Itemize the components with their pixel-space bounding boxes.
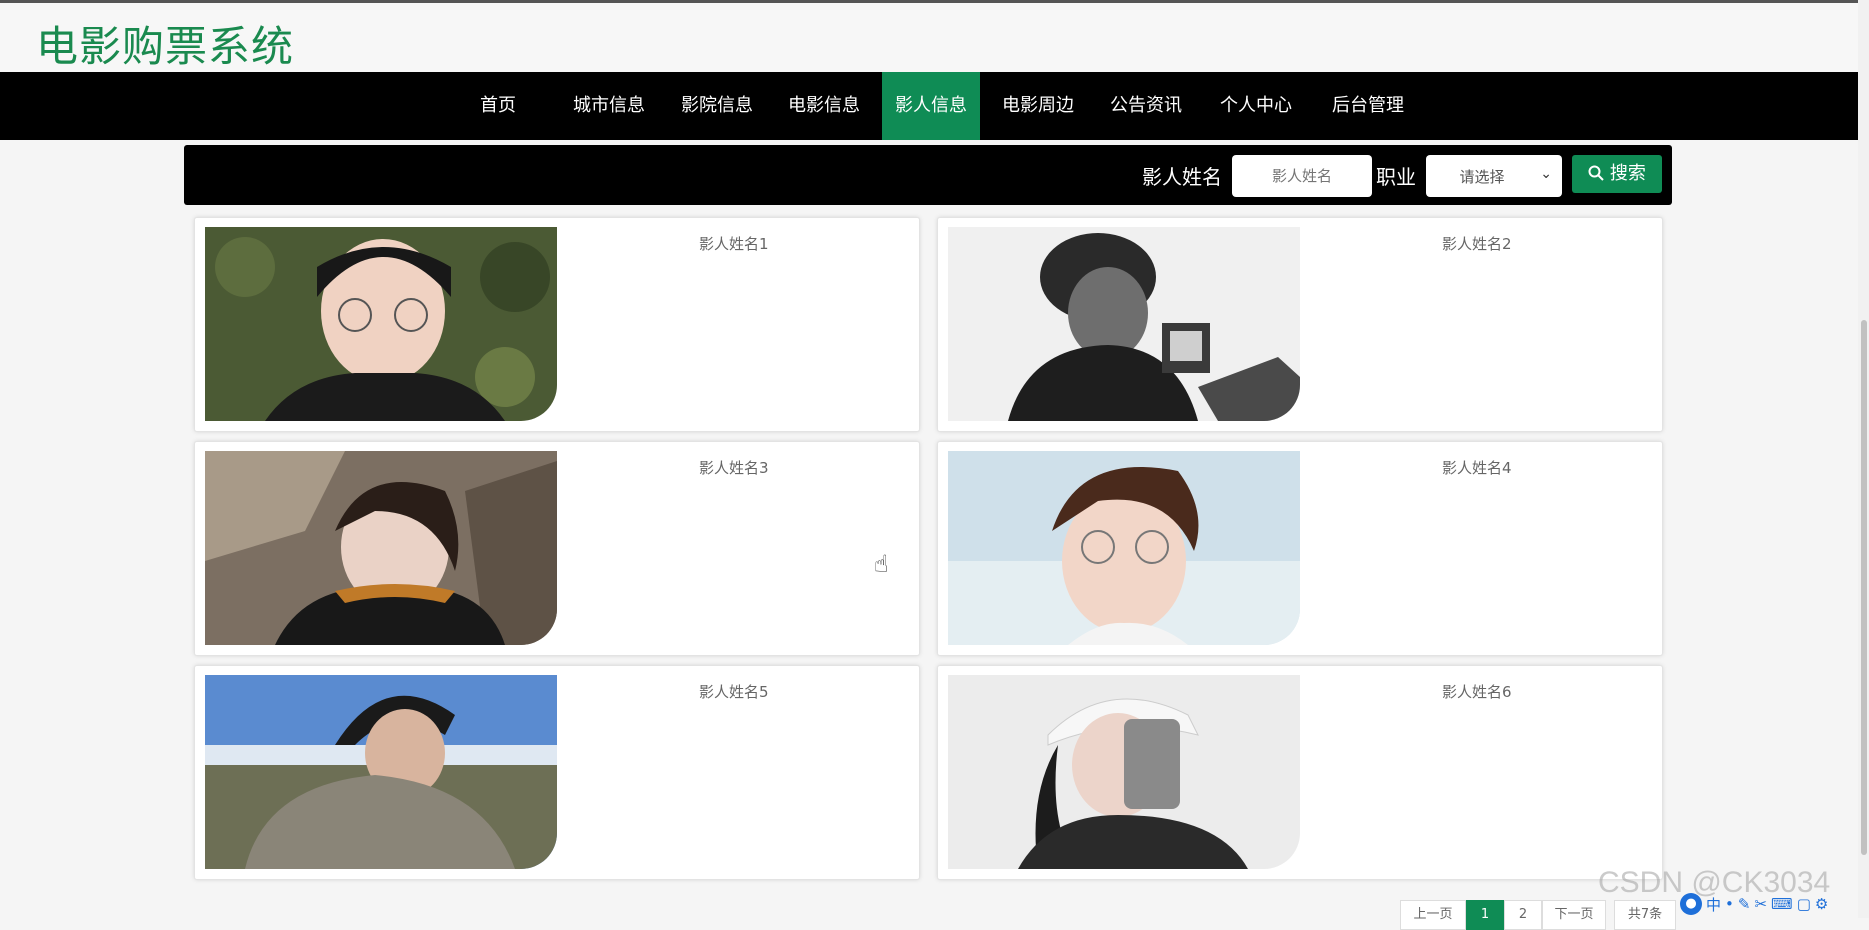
person-name[interactable]: 影人姓名4 [1442,457,1512,478]
keyboard-icon[interactable]: ⌨ [1771,895,1793,913]
main-nav: 首页 城市信息 影院信息 电影信息 影人信息 电影周边 公告资讯 个人中心 后台… [0,72,1858,140]
job-select-value: 请选择 [1459,168,1505,186]
nav-home[interactable]: 首页 [458,72,538,140]
nav-personal-center[interactable]: 个人中心 [1211,72,1301,140]
job-select[interactable]: 请选择 ⌄ [1426,155,1562,197]
ime-logo-icon: ● [1680,893,1702,915]
person-card[interactable]: 影人姓名2 [937,217,1663,432]
nav-movie-merch[interactable]: 电影周边 [993,72,1083,140]
ime-toolbar[interactable]: ● 中 • ✎ ✂ ⌨ ▢ ⚙ [1680,890,1869,918]
hand-cursor-icon: ☝ [874,550,889,578]
person-photo[interactable] [948,451,1300,645]
page-button-2[interactable]: 2 [1504,900,1542,930]
person-photo[interactable] [948,675,1300,869]
person-card[interactable]: 影人姓名5 [194,665,920,880]
nav-people-info[interactable]: 影人信息 [882,72,980,140]
person-name[interactable]: 影人姓名2 [1442,233,1512,254]
person-name[interactable]: 影人姓名6 [1442,681,1512,702]
person-name[interactable]: 影人姓名5 [699,681,769,702]
nav-movie-info[interactable]: 电影信息 [779,72,869,140]
gear-icon[interactable]: ⚙ [1815,895,1828,913]
header: 电影购票系统 [0,0,1858,75]
name-search-input[interactable] [1232,155,1372,197]
total-count: 共7条 [1614,900,1676,930]
search-button-label: 搜索 [1609,163,1646,184]
person-card[interactable]: 影人姓名3 [194,441,920,656]
prev-page-button[interactable]: 上一页 [1400,900,1466,930]
nav-admin[interactable]: 后台管理 [1322,72,1414,140]
nav-announcements[interactable]: 公告资讯 [1101,72,1191,140]
nav-cinema-info[interactable]: 影院信息 [672,72,762,140]
person-photo[interactable] [205,675,557,869]
person-photo[interactable] [205,227,557,421]
next-page-button[interactable]: 下一页 [1542,900,1606,930]
person-photo[interactable] [205,451,557,645]
ime-mode[interactable]: 中 [1706,894,1721,915]
person-name[interactable]: 影人姓名3 [699,457,769,478]
scrollbar-thumb[interactable] [1861,320,1867,855]
person-card[interactable]: 影人姓名1 [194,217,920,432]
chevron-down-icon: ⌄ [1540,166,1552,182]
site-title[interactable]: 电影购票系统 [36,13,294,74]
nav-city-info[interactable]: 城市信息 [564,72,654,140]
page-button-1[interactable]: 1 [1466,900,1504,930]
punctuation-icon[interactable]: • [1725,895,1734,913]
person-card[interactable]: 影人姓名6 [937,665,1663,880]
job-label: 职业 [1376,165,1416,189]
name-label: 影人姓名 [1142,165,1222,189]
search-icon [1588,165,1604,181]
person-name[interactable]: 影人姓名1 [699,233,769,254]
pen-icon[interactable]: ✎ [1738,895,1751,913]
person-photo[interactable] [948,227,1300,421]
search-button[interactable]: 搜索 [1572,155,1662,193]
person-card[interactable]: 影人姓名4 [937,441,1663,656]
pagination: 上一页 1 2 下一页 共7条 [1400,900,1676,930]
shirt-icon[interactable]: ▢ [1797,895,1811,913]
scissors-icon[interactable]: ✂ [1754,895,1767,913]
search-bar: 影人姓名 职业 请选择 ⌄ 搜索 [184,145,1672,205]
